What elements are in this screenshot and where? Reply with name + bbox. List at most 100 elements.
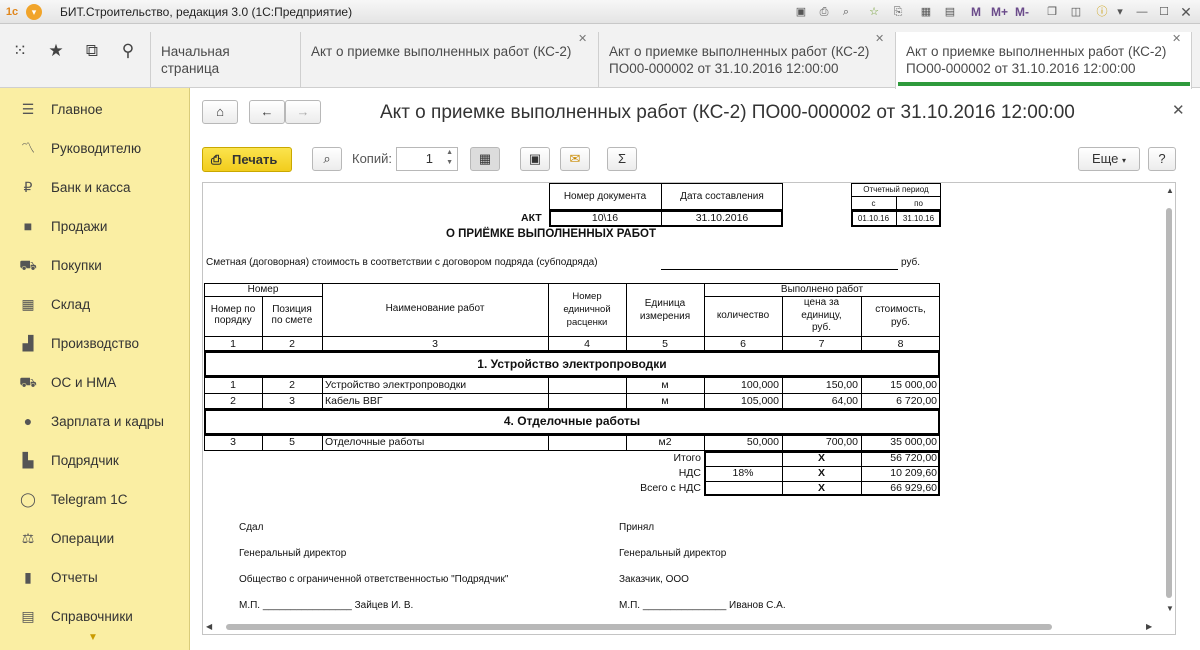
sign-received-label: Принял: [619, 522, 655, 533]
forward-button[interactable]: →: [285, 100, 321, 124]
tab-home[interactable]: Начальная страница: [150, 32, 300, 88]
tab-ks2-doc-active[interactable]: Акт о приемке выполненных работ (КС-2) П…: [895, 32, 1192, 89]
header-work-name: Наименование работ: [385, 303, 485, 314]
spreadsheet-document[interactable]: Номер документа Дата составления АКТ 10\…: [202, 182, 1176, 635]
row-cost: 35 000,00: [890, 436, 937, 448]
row-unit: м2: [658, 436, 672, 448]
copies-stepper[interactable]: 1 ▲ ▼: [396, 147, 458, 171]
calendar-icon[interactable]: ▦: [918, 4, 934, 20]
scroll-up-icon[interactable]: ▲: [1166, 186, 1174, 195]
save-icon[interactable]: ▣: [793, 4, 809, 20]
section-title: 4. Отделочные работы: [503, 414, 641, 428]
home-button[interactable]: ⌂: [202, 100, 238, 124]
chevron-down-icon[interactable]: ▾: [1112, 4, 1128, 20]
history-icon[interactable]: ⧉: [74, 34, 110, 68]
tab-label: Акт о приемке выполненных работ (КС-2): [609, 44, 870, 59]
search-icon[interactable]: ⚲: [110, 34, 146, 68]
close-form-icon[interactable]: ✕: [1172, 101, 1185, 119]
edit-mode-button[interactable]: ▦: [470, 147, 500, 171]
sidebar-item-sales[interactable]: ■ Продажи: [0, 207, 190, 246]
email-button[interactable]: ✉: [560, 147, 590, 171]
header-qty: количество: [716, 310, 770, 321]
sidebar-item-main[interactable]: ☰ Главное: [0, 90, 190, 129]
row-number: 2: [230, 395, 236, 407]
stepper-down-icon[interactable]: ▼: [446, 159, 453, 166]
vertical-scrollbar[interactable]: ▲ ▼: [1164, 186, 1174, 616]
horizontal-scroll-thumb[interactable]: [226, 624, 1052, 630]
stepper-up-icon[interactable]: ▲: [446, 149, 453, 156]
copies-label: Копий:: [352, 151, 392, 166]
close-tab-icon[interactable]: ✕: [875, 32, 884, 45]
tab-ks2-doc[interactable]: Акт о приемке выполненных работ (КС-2) П…: [598, 32, 895, 88]
row-qty: 105,000: [741, 395, 779, 407]
sidebar-item-catalogs[interactable]: ▤ Справочники: [0, 597, 190, 636]
sidebar-item-assets[interactable]: ⛟ ОС и НМА: [0, 363, 190, 402]
vertical-scroll-thumb[interactable]: [1166, 208, 1172, 598]
person-icon: ●: [23, 413, 33, 429]
memory-plus-button[interactable]: M+: [991, 5, 1008, 19]
memory-minus-button[interactable]: M-: [1015, 5, 1029, 19]
info-icon[interactable]: ⓘ: [1094, 4, 1110, 20]
preview-button[interactable]: ⌕: [312, 147, 342, 171]
sidebar-item-label: Склад: [51, 297, 91, 312]
itogo-label: Итого: [673, 452, 701, 464]
windows-icon[interactable]: ❐: [1044, 4, 1060, 20]
sidebar-item-telegram[interactable]: ◯ Telegram 1C: [0, 480, 190, 519]
sidebar-item-warehouse[interactable]: ▦ Склад: [0, 285, 190, 324]
window-title-bar: 1c ▾ БИТ.Строительство, редакция 3.0 (1С…: [0, 0, 1200, 24]
sidebar-item-label: Операции: [51, 531, 115, 546]
sidebar-item-salary[interactable]: ● Зарплата и кадры: [0, 402, 190, 441]
close-tab-icon[interactable]: ✕: [578, 32, 587, 45]
scroll-left-icon[interactable]: ◀: [206, 622, 212, 631]
favorites-star-icon[interactable]: ★: [38, 34, 74, 68]
sidebar-item-reports[interactable]: ▮ Отчеты: [0, 558, 190, 597]
sum-button[interactable]: Σ: [607, 147, 637, 171]
close-window-icon[interactable]: ✕: [1178, 4, 1194, 20]
help-button[interactable]: ?: [1148, 147, 1176, 171]
more-button[interactable]: Еще ▾: [1078, 147, 1140, 171]
home-icon: ⌂: [216, 104, 224, 119]
scroll-down-icon[interactable]: ▼: [88, 632, 98, 643]
warehouse-icon: ▦: [21, 296, 35, 312]
print-label: Печать: [232, 152, 278, 167]
sidebar-item-manager[interactable]: 〽 Руководителю: [0, 129, 190, 168]
apps-grid-icon[interactable]: ⁙: [2, 34, 38, 68]
itogo-value: 56 720,00: [890, 452, 937, 464]
print-button[interactable]: ⎙ Печать: [202, 147, 292, 172]
row-price: 64,00: [831, 395, 858, 407]
memory-button[interactable]: M: [971, 5, 981, 19]
print-icon[interactable]: ⎙: [816, 4, 832, 20]
back-button[interactable]: ←: [249, 100, 285, 124]
favorite-icon[interactable]: ☆: [866, 4, 882, 20]
sidebar-item-contractor[interactable]: ▙ Подрядчик: [0, 441, 190, 480]
header-number: Номер: [247, 284, 279, 295]
minimize-icon[interactable]: —: [1134, 4, 1150, 20]
tab-label: Акт о приемке выполненных работ (КС-2): [311, 44, 572, 59]
sidebar-item-production[interactable]: ▟ Производство: [0, 324, 190, 363]
calculator-icon[interactable]: ▤: [942, 4, 958, 20]
scroll-right-icon[interactable]: ▶: [1146, 622, 1152, 631]
tab-bar: ⁙ ★ ⧉ ⚲ Начальная страница Акт о приемке…: [0, 24, 1200, 89]
panels-icon[interactable]: ◫: [1068, 4, 1084, 20]
preview-icon[interactable]: ⌕: [838, 4, 854, 20]
sign-position-right: Генеральный директор: [619, 548, 727, 559]
maximize-icon[interactable]: ☐: [1156, 4, 1172, 20]
scroll-down-icon[interactable]: ▼: [1166, 604, 1174, 613]
link-icon[interactable]: ⎘: [890, 4, 906, 20]
active-tab-indicator: [898, 82, 1190, 86]
sidebar-item-bank[interactable]: ₽ Банк и касса: [0, 168, 190, 207]
close-tab-icon[interactable]: ✕: [1172, 32, 1181, 45]
row-cost: 15 000,00: [890, 379, 937, 391]
tab-ks2-list[interactable]: Акт о приемке выполненных работ (КС-2): [300, 32, 598, 88]
horizontal-scrollbar[interactable]: ◀ ▶: [206, 622, 1156, 632]
sign-gave-label: Сдал: [239, 522, 264, 533]
bag-icon: ■: [23, 218, 33, 234]
sidebar-item-operations[interactable]: ⚖ Операции: [0, 519, 190, 558]
row-position: 5: [289, 436, 295, 448]
save-button[interactable]: ▣: [520, 147, 550, 171]
row-price: 700,00: [825, 436, 858, 448]
sign-mp-left: М.П. ________________ Зайцев И. В.: [239, 600, 414, 611]
sidebar-item-purchases[interactable]: ⛟ Покупки: [0, 246, 190, 285]
header-order-no: Номер по порядку: [210, 304, 256, 326]
main-menu-icon[interactable]: ▾: [26, 4, 42, 20]
